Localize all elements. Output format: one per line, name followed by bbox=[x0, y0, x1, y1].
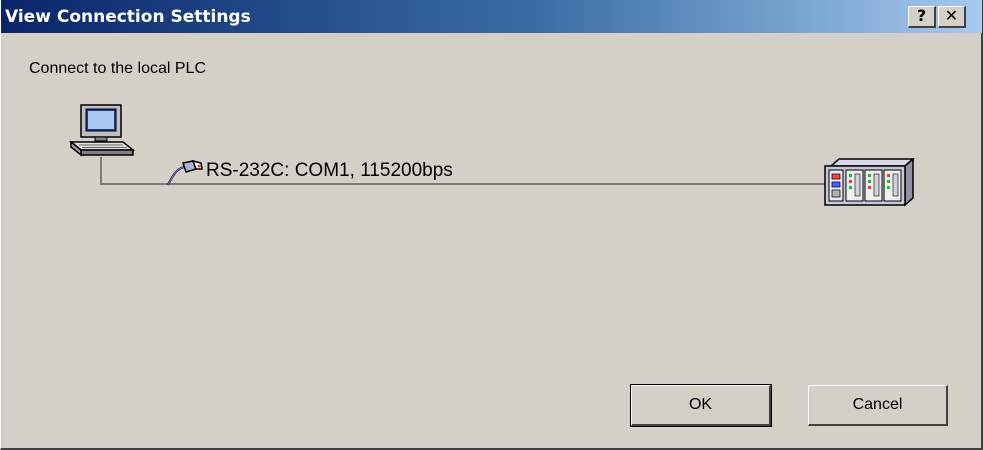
close-icon: ✕ bbox=[944, 6, 959, 25]
serial-cable-icon bbox=[167, 159, 203, 186]
ok-button-label: OK bbox=[688, 396, 713, 413]
connection-line bbox=[100, 183, 825, 185]
dialog-title: View Connection Settings bbox=[5, 7, 251, 27]
connection-details: RS-232C: COM1, 115200bps bbox=[206, 160, 453, 181]
plc-icon bbox=[824, 158, 915, 207]
ok-button[interactable]: OK bbox=[630, 384, 772, 427]
cancel-button-label: Cancel bbox=[852, 396, 903, 413]
connect-description: Connect to the local PLC bbox=[29, 60, 206, 77]
title-bar[interactable]: View Connection Settings ? ✕ bbox=[1, 0, 982, 33]
computer-icon bbox=[68, 104, 135, 157]
help-icon: ? bbox=[916, 6, 927, 25]
help-button[interactable]: ? bbox=[908, 6, 936, 28]
connection-line-vertical bbox=[100, 157, 102, 185]
cancel-button[interactable]: Cancel bbox=[808, 385, 948, 426]
dialog-window: View Connection Settings ? ✕ Connect to … bbox=[0, 0, 983, 450]
close-button[interactable]: ✕ bbox=[938, 6, 966, 28]
